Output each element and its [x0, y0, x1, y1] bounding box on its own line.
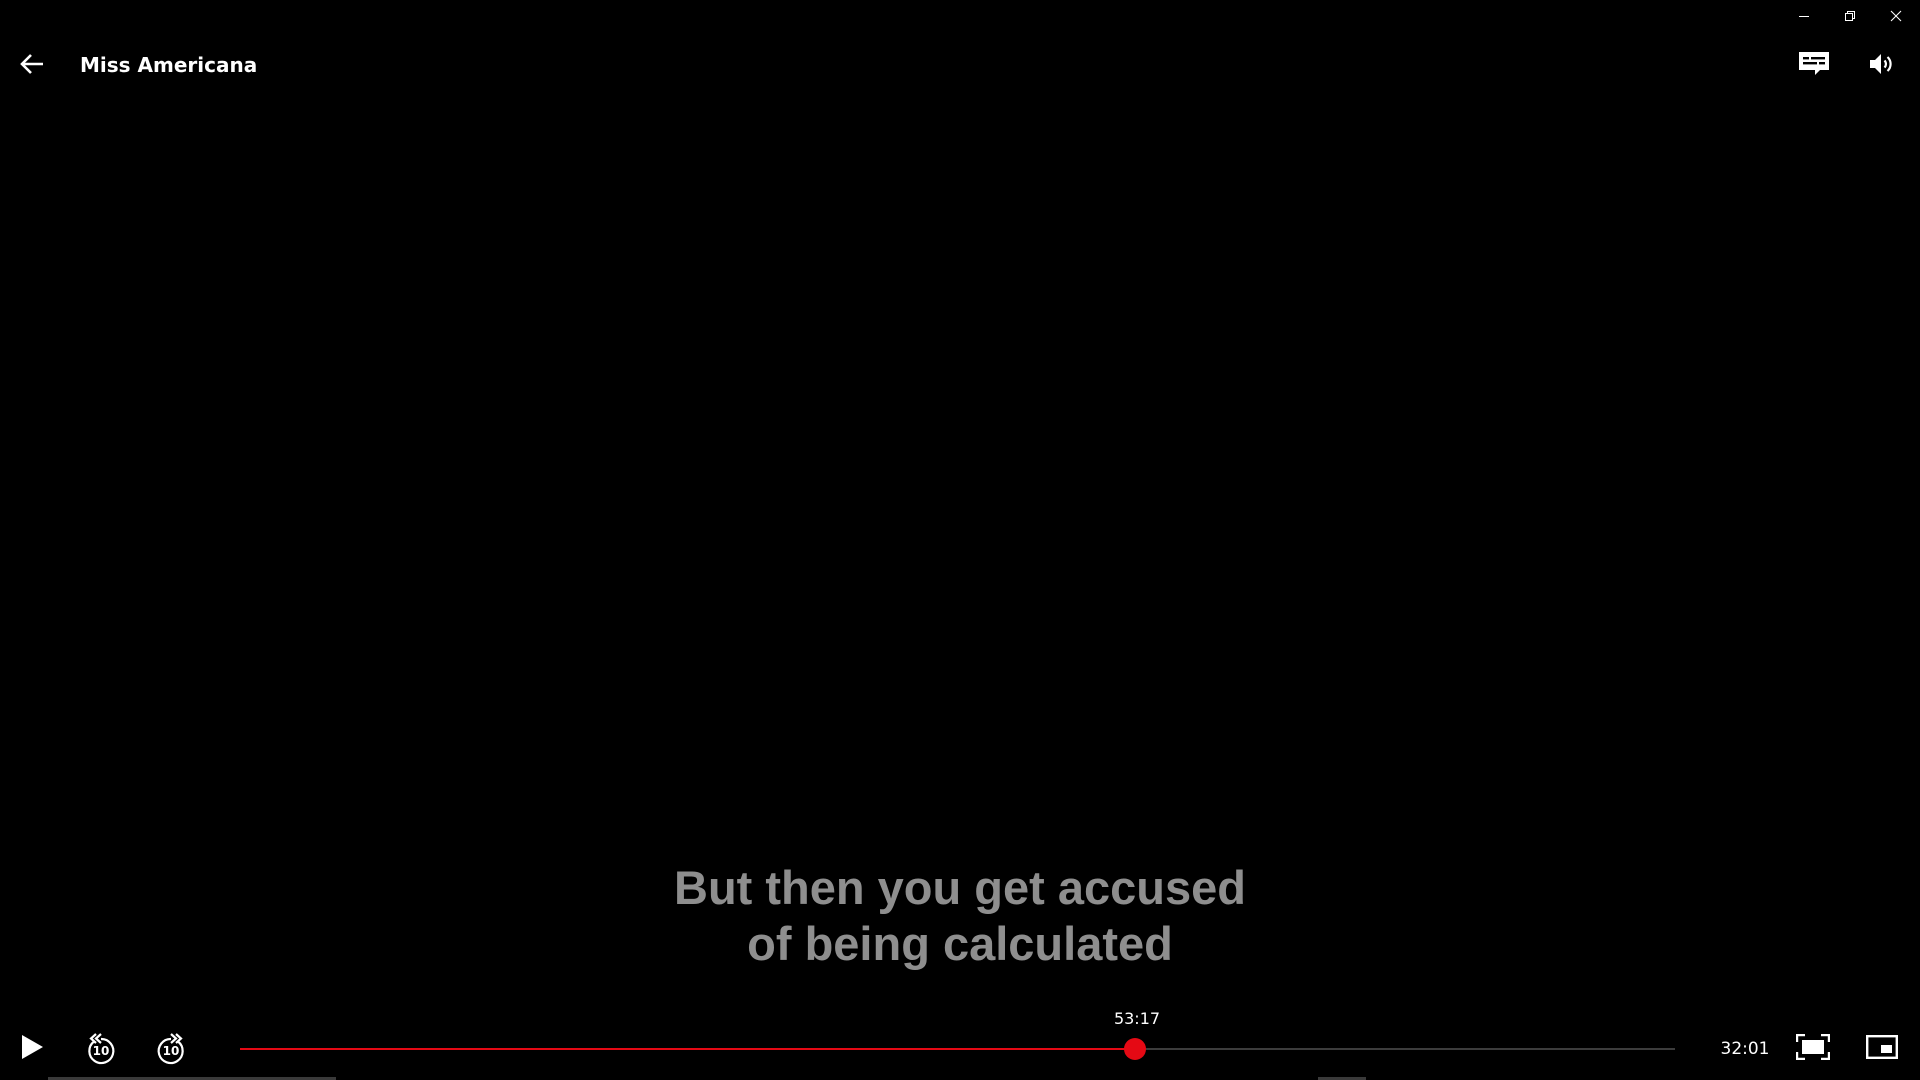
forward-seconds-label: 10 — [162, 1044, 180, 1058]
rewind-10-button[interactable]: 10 — [79, 1028, 123, 1070]
minimize-button[interactable] — [1781, 0, 1827, 32]
subtitle-line: But then you get accused — [674, 861, 1246, 914]
video-title: Miss Americana — [80, 53, 258, 77]
seek-bar[interactable] — [240, 1038, 1675, 1060]
subtitle-caption: But then you get accused of being calcul… — [460, 860, 1460, 972]
restore-icon — [1844, 10, 1856, 22]
forward-10-icon: 10 — [155, 1032, 187, 1066]
volume-icon — [1868, 51, 1896, 82]
subtitle-line: of being calculated — [747, 917, 1173, 970]
fullscreen-button[interactable] — [1791, 1028, 1835, 1070]
rewind-10-icon: 10 — [85, 1032, 117, 1066]
time-remaining: 32:01 — [1720, 1039, 1770, 1059]
play-icon — [20, 1034, 44, 1065]
fullscreen-icon — [1795, 1033, 1831, 1065]
forward-10-button[interactable]: 10 — [149, 1028, 193, 1070]
close-icon — [1890, 10, 1902, 22]
back-button[interactable] — [14, 48, 50, 84]
play-button[interactable] — [10, 1028, 54, 1070]
picture-in-picture-icon — [1866, 1034, 1899, 1064]
arrow-left-icon — [19, 53, 45, 80]
seek-progress — [240, 1048, 1135, 1050]
close-window-button[interactable] — [1873, 0, 1919, 32]
restore-button[interactable] — [1827, 0, 1873, 32]
picture-in-picture-button[interactable] — [1860, 1028, 1904, 1070]
subtitles-icon — [1798, 51, 1830, 82]
hover-time-label: 53:17 — [1113, 1009, 1161, 1028]
video-player[interactable]: Miss Americana But then you get accused … — [0, 0, 1920, 1080]
volume-button[interactable] — [1862, 46, 1902, 86]
minimize-icon — [1798, 10, 1810, 22]
rewind-seconds-label: 10 — [92, 1044, 110, 1058]
subtitles-button[interactable] — [1794, 46, 1834, 86]
seek-thumb[interactable] — [1124, 1038, 1146, 1060]
